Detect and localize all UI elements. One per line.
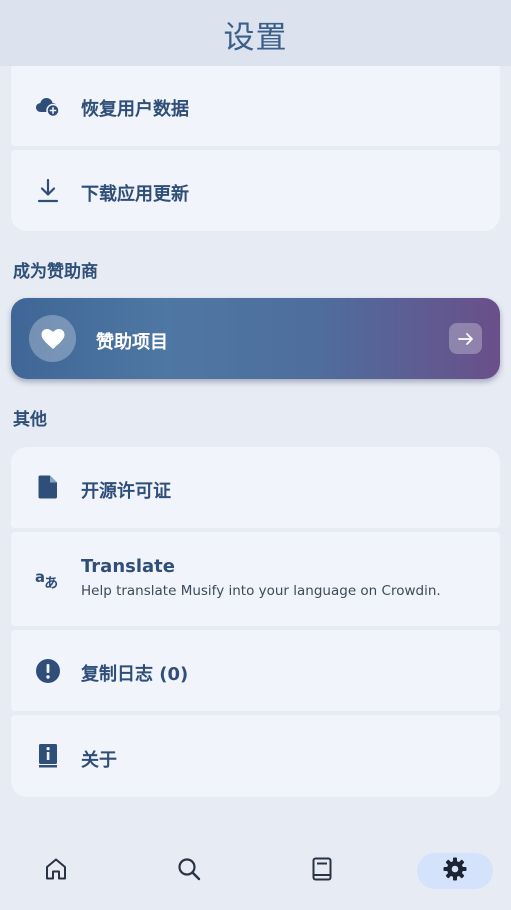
info-book-icon [35,743,61,769]
other-section-header: 其他 [13,410,47,430]
gear-icon [442,856,468,886]
about-item[interactable]: 关于 [11,715,500,797]
settings-screen: 设置 恢复用户数据 下载应用更新 成为赞助商 赞助项目 其他 开源许可证 a あ… [0,0,511,910]
page-title: 设置 [223,19,288,56]
app-bar: 设置 [0,0,511,66]
arrow-right-icon[interactable] [449,323,482,354]
sponsor-section-header: 成为赞助商 [13,262,98,282]
nav-search[interactable] [151,853,227,889]
restore-user-data-label: 恢复用户数据 [81,99,189,120]
copy-logs-label: 复制日志 (0) [81,664,189,685]
error-info-icon [35,658,61,684]
svg-text:あ: あ [44,575,58,591]
download-update-label: 下载应用更新 [81,184,189,205]
about-label: 关于 [81,750,117,771]
licenses-item[interactable]: 开源许可证 [11,447,500,528]
licenses-label: 开源许可证 [81,481,171,502]
download-update-item[interactable]: 下载应用更新 [11,150,500,231]
restore-user-data-item[interactable]: 恢复用户数据 [11,66,500,146]
nav-home[interactable] [18,853,94,889]
copy-logs-item[interactable]: 复制日志 (0) [11,630,500,711]
translate-item[interactable]: a あ Translate Help translate Musify into… [11,532,500,626]
translate-text: Translate Help translate Musify into you… [81,556,441,599]
nav-library[interactable] [284,853,360,889]
sponsor-card-label: 赞助项目 [96,332,168,353]
home-icon [43,856,69,886]
heart-icon [29,315,76,362]
document-icon [35,474,61,500]
sponsor-card[interactable]: 赞助项目 [11,298,500,379]
bottom-navigation [0,830,511,910]
library-book-icon [309,856,335,886]
translate-icon: a あ [35,566,61,592]
nav-settings[interactable] [417,853,493,889]
cloud-add-icon [35,93,61,119]
translate-subtitle: Help translate Musify into your language… [81,583,441,599]
download-icon [35,178,61,204]
search-icon [176,856,202,886]
translate-title: Translate [81,556,175,577]
